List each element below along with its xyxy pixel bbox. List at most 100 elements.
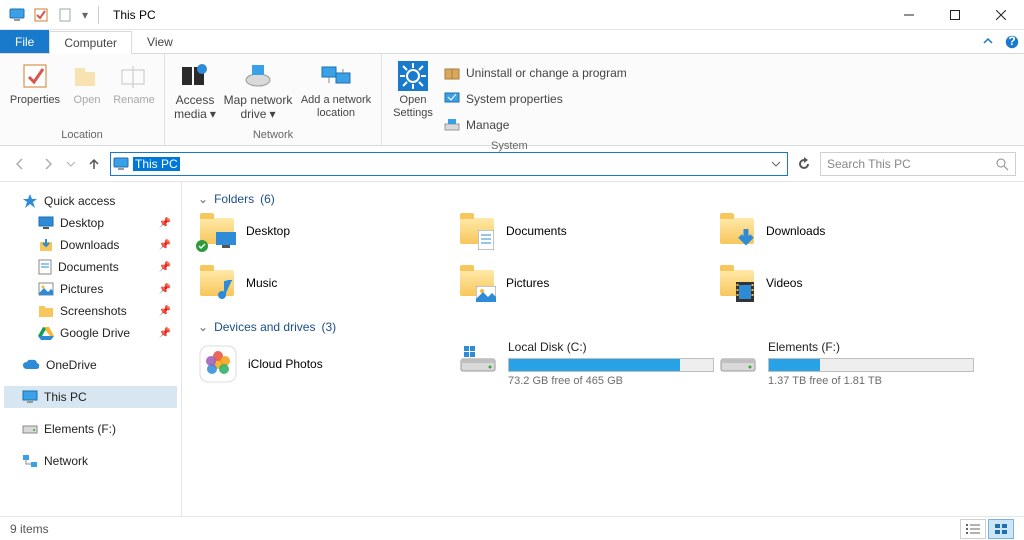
tab-computer[interactable]: Computer	[49, 31, 132, 54]
properties-button[interactable]: Properties	[6, 58, 64, 109]
downloads-icon	[38, 237, 54, 253]
pin-icon: 📌	[159, 218, 171, 229]
view-details-button[interactable]	[960, 519, 986, 539]
quick-access-toolbar: ▾	[0, 4, 103, 26]
ribbon-group-location: Properties Open Rename Location	[0, 54, 165, 145]
titlebar: ▾ This PC	[0, 0, 1024, 30]
tree-quick-access[interactable]: Quick access	[4, 190, 177, 212]
folder-desktop[interactable]: Desktop	[198, 212, 458, 250]
rename-button[interactable]: Rename	[110, 58, 158, 109]
pin-icon: 📌	[159, 284, 171, 295]
music-folder-icon	[198, 264, 236, 302]
add-network-location-button[interactable]: Add a network location	[297, 58, 375, 121]
qat-customize-icon[interactable]: ▾	[78, 4, 92, 26]
up-button[interactable]	[82, 152, 106, 176]
folder-videos[interactable]: Videos	[718, 264, 978, 302]
desktop-folder-icon	[198, 212, 236, 250]
monitor-check-icon	[444, 91, 460, 107]
this-pc-icon	[22, 390, 38, 404]
drive-f-usage-bar	[768, 358, 974, 372]
system-properties-button[interactable]: System properties	[440, 88, 631, 110]
section-folders[interactable]: ⌄ Folders (6)	[198, 192, 1008, 206]
back-button[interactable]	[8, 152, 32, 176]
address-bar[interactable]: This PC	[110, 152, 788, 176]
chevron-down-icon: ⌄	[198, 320, 208, 334]
ribbon-tabs: File Computer View ?	[0, 30, 1024, 54]
tree-this-pc[interactable]: This PC	[4, 386, 177, 408]
folder-icon	[38, 304, 54, 318]
content-pane: ⌄ Folders (6) Desktop Documents	[182, 182, 1024, 516]
tab-file[interactable]: File	[0, 30, 49, 53]
address-text: This PC	[133, 157, 180, 171]
dropdown-arrow-icon: ▾	[210, 107, 216, 121]
this-pc-icon[interactable]	[6, 4, 28, 26]
tree-network[interactable]: Network	[4, 450, 177, 472]
tree-documents[interactable]: Documents📌	[4, 256, 177, 278]
section-drives[interactable]: ⌄ Devices and drives (3)	[198, 320, 1008, 334]
close-button[interactable]	[978, 0, 1024, 30]
drive-icon	[22, 423, 38, 435]
map-network-drive-button[interactable]: Map network drive ▾	[221, 58, 295, 124]
ribbon-group-system: Open Settings Uninstall or change a prog…	[382, 54, 637, 145]
uninstall-program-button[interactable]: Uninstall or change a program	[440, 62, 631, 84]
tree-downloads[interactable]: Downloads📌	[4, 234, 177, 256]
manage-button[interactable]: Manage	[440, 114, 631, 136]
address-dropdown-icon[interactable]	[767, 153, 785, 175]
window-title: This PC	[113, 8, 156, 22]
ribbon-group-network: Access media ▾ Map network drive ▾ Add a…	[165, 54, 382, 145]
help-icon[interactable]: ?	[1000, 30, 1024, 53]
ribbon: Properties Open Rename Location Access m…	[0, 54, 1024, 146]
drive-local-c[interactable]: Local Disk (C:) 73.2 GB free of 465 GB	[458, 340, 718, 387]
tree-onedrive[interactable]: OneDrive	[4, 354, 177, 376]
search-input[interactable]	[827, 157, 989, 171]
tree-google-drive[interactable]: Google Drive📌	[4, 322, 177, 344]
desktop-icon	[38, 216, 54, 230]
drive-elements-f[interactable]: Elements (F:) 1.37 TB free of 1.81 TB	[718, 340, 978, 387]
folder-music[interactable]: Music	[198, 264, 458, 302]
chevron-down-icon: ⌄	[198, 192, 208, 206]
drive-icloud-photos[interactable]: iCloud Photos	[198, 340, 458, 387]
box-icon	[444, 65, 460, 81]
tree-pictures[interactable]: Pictures📌	[4, 278, 177, 300]
dropdown-arrow-icon: ▾	[270, 107, 276, 121]
qat-new-icon[interactable]	[54, 4, 76, 26]
downloads-folder-icon	[718, 212, 756, 250]
videos-folder-icon	[718, 264, 756, 302]
status-item-count: 9 items	[10, 522, 49, 536]
folder-pictures[interactable]: Pictures	[458, 264, 718, 302]
folder-downloads[interactable]: Downloads	[718, 212, 978, 250]
cloud-icon	[22, 359, 40, 371]
qat-properties-icon[interactable]	[30, 4, 52, 26]
collapse-ribbon-icon[interactable]	[976, 30, 1000, 53]
maximize-button[interactable]	[932, 0, 978, 30]
tab-view[interactable]: View	[132, 30, 188, 53]
drive-c-usage-bar	[508, 358, 714, 372]
icloud-photos-icon	[198, 344, 238, 384]
view-large-icons-button[interactable]	[988, 519, 1014, 539]
recent-locations-button[interactable]	[64, 152, 78, 176]
pin-icon: 📌	[159, 262, 171, 273]
tree-desktop[interactable]: Desktop📌	[4, 212, 177, 234]
pictures-folder-icon	[458, 264, 496, 302]
navigation-bar: This PC	[0, 146, 1024, 182]
hard-drive-icon	[718, 340, 758, 380]
open-settings-button[interactable]: Open Settings	[388, 58, 438, 121]
minimize-button[interactable]	[886, 0, 932, 30]
status-bar: 9 items	[0, 516, 1024, 540]
search-icon	[995, 157, 1009, 171]
gdrive-icon	[38, 326, 54, 340]
documents-folder-icon	[458, 212, 496, 250]
pin-icon: 📌	[159, 306, 171, 317]
refresh-button[interactable]	[792, 152, 816, 176]
network-icon	[22, 454, 38, 468]
hard-drive-icon	[458, 340, 498, 380]
pin-icon: 📌	[159, 328, 171, 339]
access-media-button[interactable]: Access media ▾	[171, 58, 219, 124]
open-button[interactable]: Open	[66, 58, 108, 109]
tree-screenshots[interactable]: Screenshots📌	[4, 300, 177, 322]
folder-documents[interactable]: Documents	[458, 212, 718, 250]
tree-elements-drive[interactable]: Elements (F:)	[4, 418, 177, 440]
pictures-icon	[38, 282, 54, 296]
search-box[interactable]	[820, 152, 1016, 176]
forward-button[interactable]	[36, 152, 60, 176]
